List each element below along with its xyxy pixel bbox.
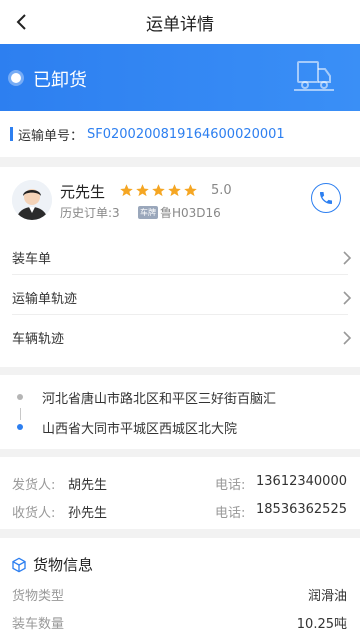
page-title: 运单详情 (146, 14, 214, 35)
chevron-right-icon (343, 251, 352, 265)
origin-address: 河北省唐山市路北区和平区三好街百脑汇 (42, 392, 277, 407)
goods-type-value: 润滑油 (307, 589, 347, 604)
menu-item-label: 装车单 (12, 252, 52, 267)
call-driver-button[interactable] (311, 183, 341, 213)
destination-address: 山西省大同市平城区西城区北大院 (42, 422, 238, 437)
origin-dot (17, 394, 23, 400)
section-accent-bar (10, 127, 13, 141)
menu-item-vehicle-track[interactable]: 车辆轨迹 (0, 317, 360, 355)
status-text: 已卸货 (33, 70, 87, 91)
load-quantity-label: 装车数量 (12, 617, 65, 632)
driver-avatar-icon (12, 180, 52, 220)
menu-item-waybill-track[interactable]: 运输单轨迹 (0, 277, 360, 315)
truck-icon (294, 61, 334, 91)
star-icon (184, 184, 197, 197)
plate-tag: 车牌 (138, 206, 158, 219)
shipper-label: 发货人: (12, 478, 56, 493)
chevron-right-icon (343, 331, 352, 345)
route-card: 河北省唐山市路北区和平区三好街百脑汇 山西省大同市平城区西城区北大院 (0, 375, 360, 449)
star-icon (152, 184, 165, 197)
receiver-phone[interactable]: 18536362525 (256, 502, 347, 517)
destination-dot (17, 424, 23, 430)
star-icon (120, 184, 133, 197)
license-plate: 鲁H03D16 (160, 206, 221, 220)
star-icon (136, 184, 149, 197)
receiver-phone-label: 电话: (215, 506, 246, 521)
rating-score: 5.0 (211, 183, 232, 198)
chevron-right-icon (343, 291, 352, 305)
driver-name: 元先生 (60, 183, 106, 201)
rating-stars (119, 183, 199, 198)
package-icon (12, 557, 26, 572)
waybill-number: SF020020081916460002000​1 (87, 126, 285, 142)
star-icon (168, 184, 181, 197)
receiver-label: 收货人: (12, 506, 56, 521)
goods-type-label: 货物类型 (12, 589, 65, 604)
load-quantity-value: 10.25吨 (296, 617, 347, 632)
receiver-name: 孙先生 (68, 506, 108, 521)
goods-header: 货物信息 (11, 554, 93, 575)
back-button[interactable] (6, 6, 38, 38)
shipper-phone[interactable]: 13612340000 (256, 474, 347, 489)
phone-icon (320, 192, 332, 204)
goods-title: 货物信息 (33, 556, 94, 574)
menu-item-label: 车辆轨迹 (12, 332, 65, 347)
shipper-phone-label: 电话: (215, 478, 246, 493)
shipper-name: 胡先生 (68, 478, 108, 493)
avatar (12, 180, 52, 220)
waybill-number-row: 运输单号： SF020020081916460002000​1 (0, 111, 360, 157)
waybill-label: 运输单号： (18, 128, 84, 144)
chevron-left-icon (16, 14, 26, 30)
history-orders: 历史订单:3 (60, 206, 120, 220)
driver-card: 元先生 5.0 历史订单:3 车牌 鲁H03D16 装车单 运输单轨迹 车辆轨迹 (0, 167, 360, 367)
route-line (20, 408, 21, 420)
menu-item-loading-list[interactable]: 装车单 (0, 237, 360, 275)
status-banner: 已卸货 (0, 44, 360, 111)
top-bar: 运单详情 (0, 0, 360, 44)
menu-item-label: 运输单轨迹 (12, 292, 78, 307)
goods-card: 货物信息 货物类型 润滑油 装车数量 10.25吨 (0, 538, 360, 640)
contacts-card: 发货人: 胡先生 电话: 13612340000 收货人: 孙先生 电话: 18… (0, 457, 360, 529)
status-dot (11, 73, 21, 83)
